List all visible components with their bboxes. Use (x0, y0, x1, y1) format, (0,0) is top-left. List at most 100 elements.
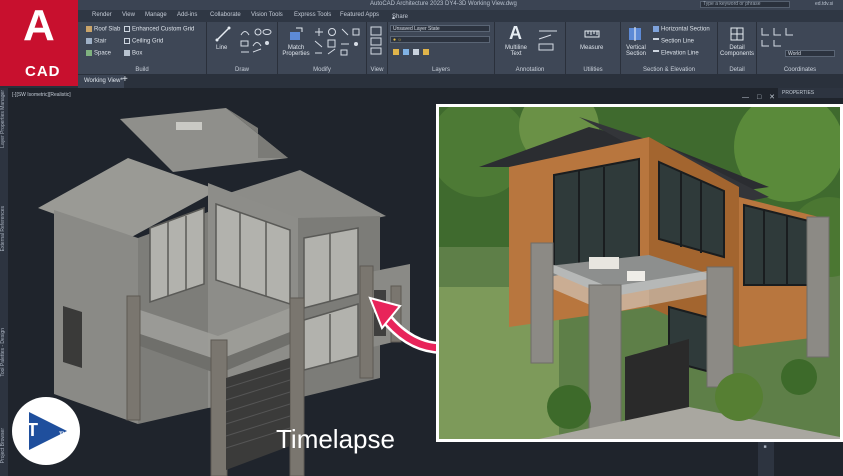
ucs-dropdown[interactable]: World (785, 50, 835, 57)
photo-render (436, 104, 843, 442)
new-tab-icon[interactable]: + (122, 74, 128, 85)
panel-utilities-title: Utilities (583, 67, 603, 73)
panel-draw: Line Draw (207, 22, 278, 74)
tab-express-tools[interactable]: Express Tools (294, 12, 331, 18)
section-line-label: Section Line (661, 38, 695, 45)
caption-timelapse: Timelapse (276, 424, 395, 454)
search-input[interactable]: Type a keyword or phrase (700, 1, 790, 8)
tab-featured-apps[interactable]: Featured Apps (340, 12, 379, 18)
autocad-logo[interactable]: A CAD (0, 0, 78, 86)
box-label: Box (132, 50, 143, 57)
view-tools-icons (370, 26, 382, 55)
multiline-text-icon: A (509, 23, 522, 43)
sun-icon: ☼ (397, 37, 403, 43)
ceiling-grid-button[interactable]: Ceiling Grid (124, 38, 163, 45)
modify-tools-icons (314, 28, 360, 56)
panel-modify-title: Modify (313, 67, 331, 73)
line-icon (215, 26, 231, 42)
ceiling-grid-label: Ceiling Grid (132, 38, 164, 45)
right-palette-strip[interactable]: ■ (758, 442, 774, 476)
properties-palette-title[interactable]: PROPERTIES (778, 88, 843, 98)
tool-palettes-tab[interactable]: Tool Palettes - Design (0, 328, 8, 377)
external-references-palette-tab[interactable]: External References (0, 206, 8, 251)
panel-utilities: Measure Utilities (566, 22, 621, 74)
panel-layers: Unsaved Layer State ● ☼ Layers (388, 22, 495, 74)
panel-coordinates-title: Coordinates (783, 67, 817, 73)
ucs-tools-icons (761, 28, 793, 47)
project-browser-tab[interactable]: Project Browser (0, 428, 8, 463)
space-icon (86, 50, 92, 56)
detail-components-icon (730, 27, 744, 41)
viewport-controls[interactable]: — □ ✕ (742, 93, 778, 101)
tab-render[interactable]: Render (92, 12, 112, 18)
panel-detail: Detail Components Detail (718, 22, 757, 74)
space-button[interactable]: Space (86, 50, 111, 57)
grid-icon (124, 26, 130, 32)
measure-icon (584, 30, 600, 38)
svg-text:TV: TV (59, 432, 67, 438)
box-button[interactable]: Box (124, 50, 142, 57)
roof-slab-button[interactable]: Roof Slab (86, 26, 120, 33)
detail-components-button[interactable]: Detail Components (719, 45, 755, 57)
right-palette-label: ■ (762, 444, 768, 450)
file-tabs-bar: Working View* + (0, 74, 843, 88)
panel-section-elevation: Vertical Section Horizontal Section Sect… (621, 22, 718, 74)
panel-layers-title: Layers (431, 67, 450, 73)
panel-annotation-title: Annotation (515, 67, 545, 73)
layer-state-dropdown[interactable]: Unsaved Layer State (390, 25, 490, 32)
house-photo (439, 107, 840, 439)
vertical-section-button[interactable]: Vertical Section (622, 45, 650, 57)
horizontal-section-button[interactable]: Horizontal Section (653, 26, 710, 33)
panel-section-title: Section & Elevation (642, 67, 696, 73)
tab-add-ins[interactable]: Add-ins (177, 12, 197, 18)
tab-manage[interactable]: Manage (145, 12, 167, 18)
annotation-tools-icons (538, 30, 557, 51)
section-line-button[interactable]: Section Line (653, 38, 694, 45)
panel-view-title: View (370, 67, 384, 73)
stair-icon (86, 38, 92, 44)
tab-vision-tools[interactable]: Vision Tools (251, 12, 283, 18)
file-tab[interactable]: Working View* (78, 75, 124, 88)
user-name[interactable]: ed.tdv.si (815, 1, 833, 7)
viewport-label[interactable]: [-][SW Isometric][Realistic] (12, 92, 71, 98)
tab-view[interactable]: View (122, 12, 135, 18)
window-title: AutoCAD Architecture 2023 DY4-3D Working… (370, 1, 517, 7)
ribbon: Roof Slab Stair Space Enhanced Custom Gr… (0, 22, 843, 75)
panel-view: View (367, 22, 388, 74)
vertical-section-icon (629, 27, 641, 41)
enhanced-custom-grid-label: Enhanced Custom Grid (132, 26, 195, 33)
elevation-line-label: Elevation Line (661, 50, 699, 57)
layer-dropdown[interactable]: ● ☼ (390, 36, 490, 43)
layer-properties-palette-tab[interactable]: Layer Properties Manager (0, 90, 8, 148)
section-line-icon (653, 38, 659, 44)
elevation-line-button[interactable]: Elevation Line (653, 50, 699, 57)
svg-text:T: T (27, 420, 38, 440)
enhanced-custom-grid-button[interactable]: Enhanced Custom Grid (124, 26, 194, 33)
tab-collaborate[interactable]: Collaborate (210, 12, 241, 18)
panel-coordinates: World Coordinates (757, 22, 843, 74)
panel-draw-title: Draw (234, 67, 249, 73)
lightbulb-icon: ● (393, 37, 397, 43)
ceiling-grid-icon (124, 38, 130, 44)
panel-detail-title: Detail (729, 67, 745, 73)
measure-button[interactable]: Measure (580, 45, 603, 51)
layer-tools-icons (393, 49, 429, 55)
elevation-line-icon (653, 50, 659, 56)
horizontal-section-icon (653, 26, 659, 32)
logo-text: CAD (25, 63, 61, 80)
channel-logo: T TV (12, 397, 80, 465)
panel-modify: Match Properties Modify (278, 22, 367, 74)
match-properties-button[interactable]: Match Properties (281, 45, 311, 57)
panel-annotation: A Multiline Text Annotation (495, 22, 566, 74)
draw-tools-icons (240, 28, 272, 53)
line-button[interactable]: Line (216, 45, 227, 51)
share-label: Share (392, 14, 409, 20)
stair-label: Stair (94, 38, 107, 45)
panel-build-title: Build (135, 67, 149, 73)
side-palettes: Layer Properties Manager External Refere… (0, 88, 8, 476)
roof-slab-label: Roof Slab (94, 26, 121, 33)
panel-build: Roof Slab Stair Space Enhanced Custom Gr… (78, 22, 207, 74)
multiline-text-button[interactable]: Multiline Text (501, 45, 531, 57)
ribbon-tabs: Render View Manage Add-ins Collaborate V… (0, 10, 843, 22)
stair-button[interactable]: Stair (86, 38, 106, 45)
